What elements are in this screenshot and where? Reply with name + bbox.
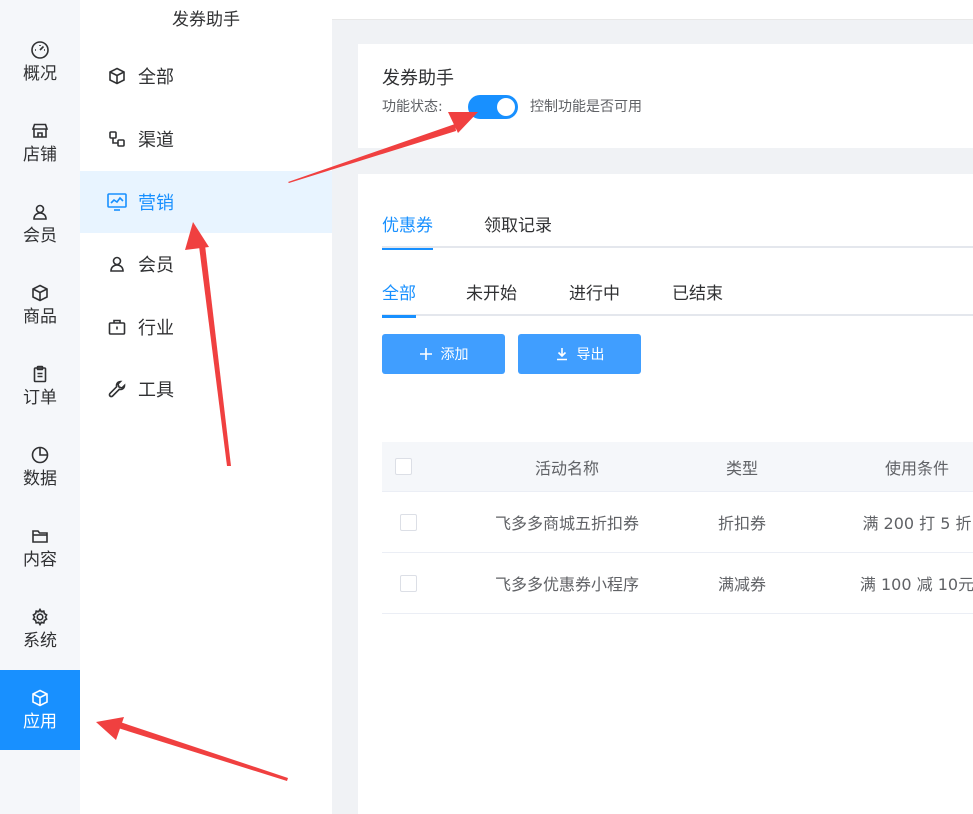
- submenu-item-label: 营销: [138, 193, 174, 214]
- add-button-label: 添加: [440, 347, 469, 363]
- store-icon: [30, 121, 50, 141]
- rail-item-label: 系统: [23, 631, 57, 651]
- submenu-item-label: 渠道: [138, 130, 174, 151]
- main-tabs: 优惠券 领取记录: [382, 208, 973, 250]
- status-description: 控制功能是否可用: [530, 99, 642, 115]
- folder-icon: [30, 526, 50, 546]
- table-row[interactable]: 飞多多商城五折扣券 折扣券 满 200 打 5 折: [382, 492, 973, 553]
- tab-coupons[interactable]: 优惠券: [382, 212, 433, 250]
- tab-claim-records[interactable]: 领取记录: [484, 212, 552, 248]
- cell-condition: 满 200 打 5 折: [862, 514, 972, 533]
- app-root: 概况 店铺 会员 商品 订单 数据 内容 系统 应用 发券助手 全部 渠道 营销…: [0, 0, 973, 814]
- select-all-checkbox-cell: [394, 442, 412, 491]
- row-checkbox[interactable]: [399, 574, 417, 592]
- gear-icon: [30, 607, 50, 627]
- column-header-type: 类型: [725, 458, 758, 478]
- pie-chart-icon: [30, 445, 50, 465]
- table-row[interactable]: 飞多多优惠券小程序 满减券 满 100 减 10元: [382, 553, 973, 614]
- rail-item-label: 会员: [23, 226, 57, 246]
- monitor-chart-icon: [106, 191, 128, 213]
- submenu-item-label: 全部: [138, 67, 174, 88]
- rail-item-member[interactable]: 会员: [0, 184, 80, 264]
- feature-status-toggle[interactable]: [468, 95, 518, 119]
- top-bar: [332, 0, 973, 20]
- rail-item-apps[interactable]: 应用: [0, 670, 80, 750]
- rail-item-overview[interactable]: 概况: [0, 22, 80, 102]
- submenu-item-label: 行业: [138, 318, 174, 339]
- row-checkbox[interactable]: [399, 513, 417, 531]
- rail-item-goods[interactable]: 商品: [0, 265, 80, 345]
- coupon-main-card: 优惠券 领取记录 全部 未开始 进行中 已结束 添加 导出 活动名称 类型 使用…: [358, 174, 973, 814]
- primary-nav-rail: 概况 店铺 会员 商品 订单 数据 内容 系统 应用: [0, 0, 80, 814]
- channel-icon: [106, 128, 128, 150]
- rail-item-label: 店铺: [23, 145, 57, 165]
- page-title: 发券助手: [382, 68, 454, 89]
- export-button-label: 导出: [576, 347, 605, 363]
- row-checkbox-cell: [399, 492, 417, 552]
- filter-ended[interactable]: 已结束: [672, 280, 723, 316]
- user-icon: [106, 253, 128, 275]
- status-filter-tabs: 全部 未开始 进行中 已结束: [382, 276, 973, 318]
- cell-name: 飞多多优惠券小程序: [494, 575, 639, 594]
- feature-header-card: 发券助手 功能状态: 控制功能是否可用: [358, 44, 973, 148]
- cell-type: 折扣券: [717, 514, 766, 533]
- select-all-checkbox[interactable]: [394, 458, 412, 475]
- export-button[interactable]: 导出: [518, 334, 641, 374]
- secondary-menu: 发券助手 全部 渠道 营销 会员 行业 工具: [80, 0, 332, 814]
- cube-icon: [30, 688, 50, 708]
- rail-item-label: 数据: [23, 469, 57, 489]
- rail-item-data[interactable]: 数据: [0, 427, 80, 507]
- table-header: 活动名称 类型 使用条件: [382, 442, 973, 492]
- column-header-condition: 使用条件: [884, 458, 949, 478]
- wrench-icon: [106, 378, 128, 400]
- filter-not-started[interactable]: 未开始: [466, 280, 517, 316]
- row-checkbox-cell: [399, 553, 417, 613]
- cube-icon: [106, 65, 128, 87]
- user-icon: [30, 202, 50, 222]
- cell-condition: 满 100 减 10元: [859, 575, 973, 594]
- rail-item-content[interactable]: 内容: [0, 508, 80, 588]
- submenu-item-channel[interactable]: 渠道: [80, 108, 332, 170]
- submenu-item-tools[interactable]: 工具: [80, 358, 332, 420]
- submenu-item-all[interactable]: 全部: [80, 45, 332, 107]
- submenu-title: 发券助手: [172, 10, 240, 30]
- filter-in-progress[interactable]: 进行中: [569, 280, 620, 316]
- rail-item-system[interactable]: 系统: [0, 589, 80, 669]
- dashboard-icon: [30, 40, 50, 60]
- cell-name: 飞多多商城五折扣券: [494, 514, 639, 533]
- rail-item-label: 商品: [23, 307, 57, 327]
- add-button[interactable]: 添加: [382, 334, 505, 374]
- rail-item-label: 订单: [23, 388, 57, 408]
- rail-item-label: 概况: [23, 64, 57, 84]
- submenu-item-label: 会员: [138, 255, 174, 276]
- column-header-name: 活动名称: [534, 458, 599, 478]
- rail-item-label: 内容: [23, 550, 57, 570]
- briefcase-icon: [106, 316, 128, 338]
- clipboard-icon: [30, 364, 50, 384]
- rail-item-store[interactable]: 店铺: [0, 103, 80, 183]
- rail-item-label: 应用: [23, 712, 57, 732]
- plus-icon: [419, 348, 432, 360]
- filter-all[interactable]: 全部: [382, 280, 416, 318]
- submenu-item-industry[interactable]: 行业: [80, 296, 332, 358]
- box-icon: [30, 283, 50, 303]
- rail-item-orders[interactable]: 订单: [0, 346, 80, 426]
- cell-type: 满减券: [717, 575, 766, 594]
- toggle-knob: [497, 98, 515, 116]
- download-icon: [556, 348, 567, 361]
- submenu-item-member[interactable]: 会员: [80, 233, 332, 295]
- submenu-item-marketing[interactable]: 营销: [80, 171, 332, 233]
- submenu-item-label: 工具: [138, 380, 174, 401]
- status-label: 功能状态:: [382, 99, 443, 115]
